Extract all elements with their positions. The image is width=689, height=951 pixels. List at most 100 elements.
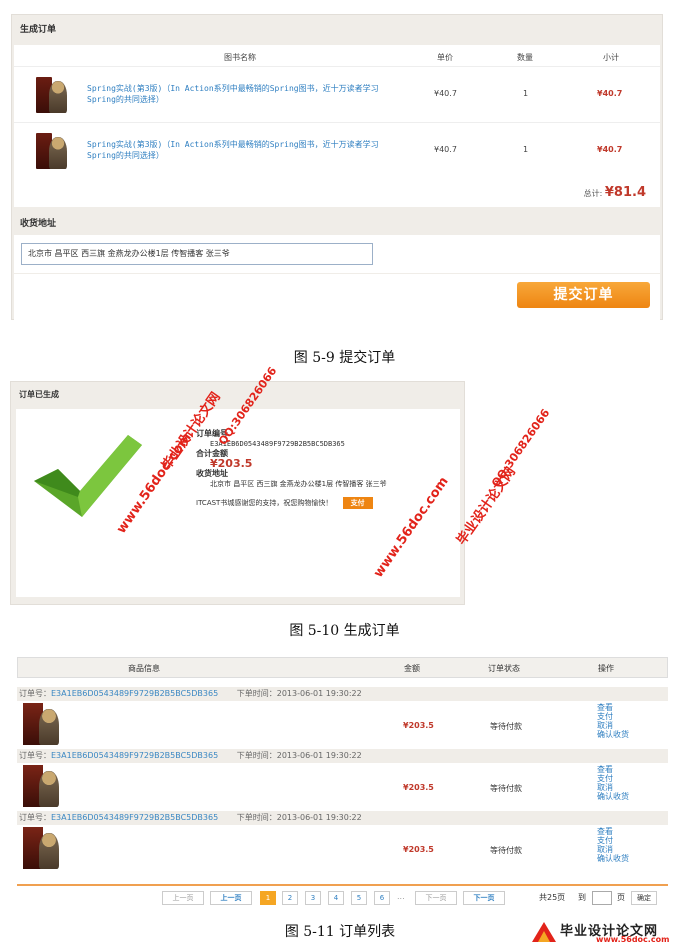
col-qty: 数量 xyxy=(517,53,533,62)
order-time: 下单时间：2013-06-01 19:30:22 xyxy=(236,689,362,698)
table-header: 图书名称 单价 数量 小计 xyxy=(14,45,660,67)
thanks-text: ITCAST书城感谢您的支持，祝您购物愉快！ xyxy=(196,499,333,507)
order-no-label: 订单号： xyxy=(19,813,51,822)
confirm-receipt-link[interactable]: 确认收货 xyxy=(597,730,629,739)
address-value: 北京市 昌平区 西三旗 金燕龙办公楼1层 传智播客 张三爷 xyxy=(210,480,387,488)
total-pages: 共25页 xyxy=(539,893,566,902)
panel-title: 生成订单 xyxy=(20,25,57,35)
address-box: 北京市 昌平区 西三旗 金燕龙办公楼1层 传智播客 张三爷 xyxy=(14,235,660,273)
book-title-link[interactable]: Spring实战(第3版)（In Action系列中最畅销的Spring图书，近… xyxy=(87,139,397,161)
goto-confirm-button[interactable]: 确定 xyxy=(631,891,657,905)
order-bar: 订单号：E3A1EB6D0543489F9729B2B5BC5DB365 下单时… xyxy=(17,749,668,763)
order-no-link[interactable]: E3A1EB6D0543489F9729B2B5BC5DB365 xyxy=(51,751,218,760)
order-actions: 查看 支付 取消 确认收货 xyxy=(597,765,629,801)
order-total: 总计: ¥81.4 xyxy=(584,185,646,200)
book-title-link[interactable]: Spring实战(第3版)（In Action系列中最畅销的Spring图书，近… xyxy=(87,83,397,105)
cancel-link[interactable]: 取消 xyxy=(597,845,629,854)
logo-icon xyxy=(532,922,556,942)
table-row: Spring实战(第3版)（In Action系列中最畅销的Spring图书，近… xyxy=(14,67,660,123)
pagination: 上一页 上一页 1 2 3 4 5 6 ... 下一页 下一页 共25页 到 页… xyxy=(17,884,668,906)
order-items-table: 图书名称 单价 数量 小计 Spring实战(第3版)（In Action系列中… xyxy=(14,45,660,191)
book-thumbnail[interactable] xyxy=(23,765,59,807)
page-1-button[interactable]: 1 xyxy=(260,891,276,905)
confirm-receipt-link[interactable]: 确认收货 xyxy=(597,792,629,801)
order-body: ¥203.5 等待付款 查看 支付 取消 确认收货 xyxy=(17,763,668,811)
order-bar: 订单号：E3A1EB6D0543489F9729B2B5BC5DB365 下单时… xyxy=(17,687,668,701)
submit-order-button[interactable]: 提交订单 xyxy=(517,282,650,308)
cancel-link[interactable]: 取消 xyxy=(597,721,629,730)
pay-button[interactable]: 支付 xyxy=(342,497,373,509)
watermark-qq: QQ:306826066 xyxy=(489,406,553,490)
logo-url: www.56doc.com xyxy=(596,935,670,944)
order-amount: ¥203.5 xyxy=(403,845,434,854)
col-price: 单价 xyxy=(437,53,453,62)
order-status: 等待付款 xyxy=(490,784,522,793)
view-link[interactable]: 查看 xyxy=(597,765,629,774)
order-amount: ¥203.5 xyxy=(403,721,434,730)
list-header: 商品信息 金额 订单状态 操作 xyxy=(17,657,668,678)
book-thumbnail[interactable] xyxy=(36,133,67,169)
view-link[interactable]: 查看 xyxy=(597,827,629,836)
page-6-button[interactable]: 6 xyxy=(374,891,390,905)
col-status: 订单状态 xyxy=(488,664,520,673)
page-number-input[interactable] xyxy=(592,891,612,905)
page-5-button[interactable]: 5 xyxy=(351,891,367,905)
thanks-line: ITCAST书城感谢您的支持，祝您购物愉快！ 支付 xyxy=(196,497,387,509)
order-no-link[interactable]: E3A1EB6D0543489F9729B2B5BC5DB365 xyxy=(51,689,218,698)
order-time: 下单时间：2013-06-01 19:30:22 xyxy=(236,751,362,760)
amount-value: ¥203.5 xyxy=(210,457,253,470)
total-label: 总计: xyxy=(583,189,603,198)
table-row: Spring实战(第3版)（In Action系列中最畅销的Spring图书，近… xyxy=(14,123,660,179)
quantity: 1 xyxy=(523,145,529,154)
page-3-button[interactable]: 3 xyxy=(305,891,321,905)
subtotal: ¥40.7 xyxy=(597,89,623,98)
col-action: 操作 xyxy=(598,664,614,673)
total-value: ¥81.4 xyxy=(604,185,646,200)
col-book-name: 图书名称 xyxy=(224,53,256,62)
order-item: 订单号：E3A1EB6D0543489F9729B2B5BC5DB365 下单时… xyxy=(17,749,668,811)
order-actions: 查看 支付 取消 确认收货 xyxy=(597,703,629,739)
order-body: ¥203.5 等待付款 查看 支付 取消 确认收货 xyxy=(17,825,668,873)
book-thumbnail[interactable] xyxy=(36,77,67,113)
submit-area: 提交订单 xyxy=(14,274,660,324)
quantity: 1 xyxy=(523,89,529,98)
order-item: 订单号：E3A1EB6D0543489F9729B2B5BC5DB365 下单时… xyxy=(17,811,668,873)
order-list: 商品信息 金额 订单状态 操作 订单号：E3A1EB6D0543489F9729… xyxy=(17,657,668,873)
address-input[interactable]: 北京市 昌平区 西三旗 金燕龙办公楼1层 传智播客 张三爷 xyxy=(21,243,373,265)
next-page-disabled[interactable]: 下一页 xyxy=(415,891,457,905)
cancel-link[interactable]: 取消 xyxy=(597,783,629,792)
page-unit: 页 xyxy=(617,893,625,902)
page-2-button[interactable]: 2 xyxy=(282,891,298,905)
unit-price: ¥40.7 xyxy=(434,145,457,154)
page-4-button[interactable]: 4 xyxy=(328,891,344,905)
order-created-panel: 订单已生成 订单编号 E3A1EB6D0543489F9729B2B5BC5DB… xyxy=(10,365,552,605)
subtotal: ¥40.7 xyxy=(597,145,623,154)
order-status: 等待付款 xyxy=(490,846,522,855)
order-created-body: 订单编号 E3A1EB6D0543489F9729B2B5BC5DB365 合计… xyxy=(16,409,460,597)
panel-title: 订单已生成 xyxy=(19,390,59,399)
order-actions: 查看 支付 取消 确认收货 xyxy=(597,827,629,863)
confirm-receipt-link[interactable]: 确认收货 xyxy=(597,854,629,863)
order-status: 等待付款 xyxy=(490,722,522,731)
col-subtotal: 小计 xyxy=(603,53,619,62)
order-bar: 订单号：E3A1EB6D0543489F9729B2B5BC5DB365 下单时… xyxy=(17,811,668,825)
order-no-label: 订单号： xyxy=(19,751,51,760)
book-thumbnail[interactable] xyxy=(23,827,59,869)
order-amount: ¥203.5 xyxy=(403,783,434,792)
book-thumbnail[interactable] xyxy=(23,703,59,745)
unit-price: ¥40.7 xyxy=(434,89,457,98)
pay-link[interactable]: 支付 xyxy=(597,836,629,845)
first-page-button[interactable]: 上一页 xyxy=(162,891,204,905)
pager-ellipsis: ... xyxy=(397,892,405,901)
view-link[interactable]: 查看 xyxy=(597,703,629,712)
next-page-button[interactable]: 下一页 xyxy=(463,891,505,905)
prev-page-button[interactable]: 上一页 xyxy=(210,891,252,905)
pay-link[interactable]: 支付 xyxy=(597,712,629,721)
pay-link[interactable]: 支付 xyxy=(597,774,629,783)
order-no-link[interactable]: E3A1EB6D0543489F9729B2B5BC5DB365 xyxy=(51,813,218,822)
order-item: 订单号：E3A1EB6D0543489F9729B2B5BC5DB365 下单时… xyxy=(17,687,668,749)
total-row xyxy=(14,175,660,207)
col-product-info: 商品信息 xyxy=(128,664,160,673)
submit-order-panel: 生成订单 图书名称 单价 数量 小计 Spring实战(第3版)（In Acti… xyxy=(11,14,663,324)
order-no-label: 订单号： xyxy=(19,689,51,698)
